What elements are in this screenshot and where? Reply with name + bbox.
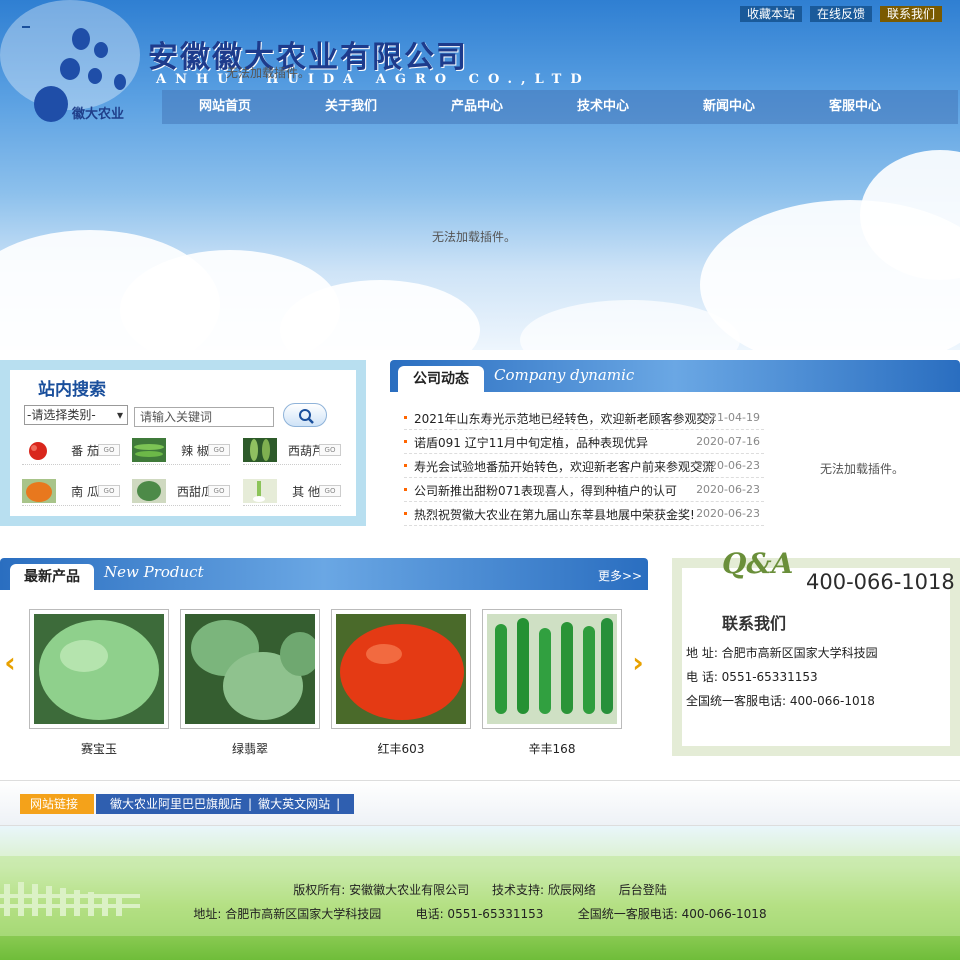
news-item[interactable]: 诺盾091 辽宁11月中旬定植，品种表现优异 2020-07-16 xyxy=(404,430,764,454)
news-item[interactable]: 2021年山东寿光示范地已经转色，欢迎新老顾客参观交流 2021-04-19 xyxy=(404,406,764,430)
zucchini-icon xyxy=(243,438,277,462)
link-separator: | xyxy=(336,797,341,811)
pumpkin-icon xyxy=(22,479,56,503)
hotline-number: 400-066-1018 xyxy=(806,570,955,594)
product-image[interactable] xyxy=(34,614,164,724)
product-name[interactable]: 辛丰168 xyxy=(482,740,622,757)
nav-about[interactable]: 关于我们 xyxy=(288,90,414,124)
product-card[interactable] xyxy=(331,609,471,729)
category-zucchini[interactable]: 西葫芦 GO xyxy=(243,438,347,465)
news-title-en: Company dynamic xyxy=(494,366,635,384)
product-name[interactable]: 红丰603 xyxy=(331,740,471,757)
contact-title: 联系我们 xyxy=(722,614,787,633)
top-links: 收藏本站 在线反馈 联系我们 xyxy=(739,6,942,22)
news-item-title[interactable]: 热烈祝贺徽大农业在第九届山东莘县地展中荣获金奖! xyxy=(414,506,714,523)
news-item-date: 2021-04-19 xyxy=(696,411,760,424)
chevron-down-icon: ▾ xyxy=(116,408,123,422)
product-image[interactable] xyxy=(487,614,617,724)
plugin-notice: 无法加载插件。 xyxy=(226,66,311,80)
category-pepper[interactable]: 辣 椒 GO xyxy=(132,438,236,465)
category-select-value: -请选择类别- xyxy=(27,408,96,422)
news-title[interactable]: 公司动态 xyxy=(398,366,484,392)
logo-text: 徽大农业 xyxy=(72,107,125,122)
title-dash xyxy=(22,26,30,28)
contact-tel: 电 话: 0551-65331153 xyxy=(686,670,818,684)
news-item-title[interactable]: 诺盾091 辽宁11月中旬定植，品种表现优异 xyxy=(414,434,714,451)
footer-copyright: 版权所有: 安徽徽大农业有限公司 技术支持: 欣辰网络 后台登陆 xyxy=(293,883,667,897)
bullet-icon xyxy=(404,464,407,467)
contact-link[interactable]: 联系我们 xyxy=(879,6,942,22)
news-item[interactable]: 公司新推出甜粉071表现喜人，得到种植户的认可 2020-06-23 xyxy=(404,478,764,502)
bullet-icon xyxy=(404,512,407,515)
search-button[interactable] xyxy=(283,403,327,427)
go-button[interactable]: GO xyxy=(319,485,341,497)
link-english-site[interactable]: 徽大英文网站 xyxy=(258,794,330,814)
pepper-icon xyxy=(132,438,166,462)
qa-badge: Q&A xyxy=(722,547,794,580)
product-title-en: New Product xyxy=(104,563,204,581)
news-item-title[interactable]: 2021年山东寿光示范地已经转色，欢迎新老顾客参观交流 xyxy=(414,410,714,427)
links-list: 徽大农业阿里巴巴旗舰店 | 徽大英文网站 | xyxy=(96,794,355,814)
bullet-icon xyxy=(404,488,407,491)
tomato-icon xyxy=(22,438,56,462)
nav-products[interactable]: 产品中心 xyxy=(414,90,540,124)
news-item-date: 2020-06-23 xyxy=(696,459,760,472)
link-alibaba[interactable]: 徽大农业阿里巴巴旗舰店 xyxy=(110,794,242,814)
category-pumpkin[interactable]: 南 瓜 GO xyxy=(22,479,126,506)
go-button[interactable]: GO xyxy=(208,444,230,456)
news-item-date: 2020-06-23 xyxy=(696,483,760,496)
nav-tech[interactable]: 技术中心 xyxy=(540,90,666,124)
feedback-link[interactable]: 在线反馈 xyxy=(809,6,872,22)
product-image[interactable] xyxy=(336,614,466,724)
news-item-title[interactable]: 公司新推出甜粉071表现喜人，得到种植户的认可 xyxy=(414,482,714,499)
product-card[interactable] xyxy=(29,609,169,729)
contact-hotline: 全国统一客服电话: 400-066-1018 xyxy=(686,694,875,708)
melon-icon xyxy=(132,479,166,503)
product-header-bar xyxy=(0,558,648,590)
news-item[interactable]: 寿光会试验地番茄开始转色，欢迎新老客户前来参观交流 2020-06-23 xyxy=(404,454,764,478)
scallion-icon xyxy=(243,479,277,503)
product-card[interactable] xyxy=(482,609,622,729)
chevron-right-icon[interactable]: › xyxy=(628,648,648,680)
bookmark-link[interactable]: 收藏本站 xyxy=(739,6,802,22)
company-name-en: ANHUI HUIDA AGRO CO.,LTD xyxy=(156,72,591,87)
search-input[interactable]: 请输入关键词 xyxy=(134,407,274,427)
news-plugin-notice: 无法加载插件。 xyxy=(820,462,905,476)
go-button[interactable]: GO xyxy=(98,485,120,497)
main-nav: 网站首页 关于我们 产品中心 技术中心 新闻中心 客服中心 xyxy=(162,90,958,124)
product-card[interactable] xyxy=(180,609,320,729)
chevron-left-icon[interactable]: ‹ xyxy=(0,648,20,680)
news-item[interactable]: 热烈祝贺徽大农业在第九届山东莘县地展中荣获金奖! 2020-06-23 xyxy=(404,502,764,526)
footer-address: 地址: 合肥市高新区国家大学科技园 电话: 0551-65331153 全国统一… xyxy=(193,907,767,921)
banner-plugin-notice: 无法加载插件。 xyxy=(432,230,517,244)
links-label: 网站链接 xyxy=(20,794,94,814)
category-tomato[interactable]: 番 茄 GO xyxy=(22,438,126,465)
go-button[interactable]: GO xyxy=(208,485,230,497)
more-link[interactable]: 更多>> xyxy=(598,567,642,584)
nav-service[interactable]: 客服中心 xyxy=(792,90,918,124)
search-title: 站内搜索 xyxy=(38,380,106,400)
product-name[interactable]: 绿翡翠 xyxy=(180,740,320,757)
category-other[interactable]: 其 他 GO xyxy=(243,479,347,506)
product-image[interactable] xyxy=(185,614,320,724)
news-item-date: 2020-07-16 xyxy=(696,435,760,448)
nav-home[interactable]: 网站首页 xyxy=(162,90,288,124)
product-name[interactable]: 赛宝玉 xyxy=(29,740,169,757)
go-button[interactable]: GO xyxy=(319,444,341,456)
link-separator: | xyxy=(248,797,253,811)
bullet-icon xyxy=(404,416,407,419)
go-button[interactable]: GO xyxy=(98,444,120,456)
search-icon xyxy=(299,409,314,424)
contact-address: 地 址: 合肥市高新区国家大学科技园 xyxy=(686,646,878,660)
category-melon[interactable]: 西甜瓜 GO xyxy=(132,479,236,506)
nav-news[interactable]: 新闻中心 xyxy=(666,90,792,124)
product-title[interactable]: 最新产品 xyxy=(10,564,94,590)
news-item-title[interactable]: 寿光会试验地番茄开始转色，欢迎新老客户前来参观交流 xyxy=(414,458,714,475)
category-select[interactable]: -请选择类别- ▾ xyxy=(24,405,128,425)
bullet-icon xyxy=(404,440,407,443)
news-item-date: 2020-06-23 xyxy=(696,507,760,520)
